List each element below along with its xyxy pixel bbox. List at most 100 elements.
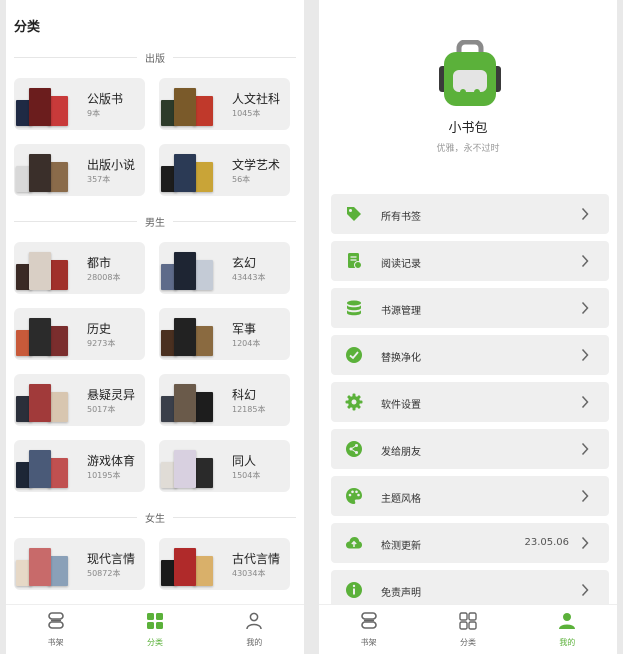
book-covers-thumbnail	[159, 546, 219, 588]
category-name: 古代言情	[232, 552, 281, 566]
person-icon	[557, 611, 577, 635]
tab-category-grid[interactable]: 分类	[105, 605, 204, 654]
chevron-right-icon	[581, 442, 589, 456]
category-name: 现代言情	[87, 552, 136, 566]
menu-item[interactable]: 替换净化	[331, 335, 609, 375]
book-cover	[193, 458, 213, 488]
category-card[interactable]: 军事 1204本	[159, 308, 290, 360]
category-card[interactable]: 游戏体育 10195本	[14, 440, 145, 492]
category-card[interactable]: 出版小说 357本	[14, 144, 145, 196]
category-card[interactable]: 古代言情 43034本	[159, 538, 290, 590]
book-cover	[29, 88, 51, 126]
tab-label: 分类	[146, 638, 163, 647]
menu-item-label: 检测更新	[381, 541, 421, 552]
menu-item-label: 书源管理	[381, 306, 421, 317]
book-cover	[48, 260, 68, 290]
category-grid: 公版书 9本 人文社科 1045本 出版小说 357本 文学艺术 56本	[6, 70, 304, 208]
book-covers-thumbnail	[159, 382, 219, 424]
menu-item-label: 免责声明	[381, 588, 421, 599]
tab-label: 我的	[246, 638, 263, 647]
menu-item[interactable]: 发给朋友	[331, 429, 609, 469]
category-card[interactable]: 玄幻 43443本	[159, 242, 290, 294]
section-title: 女生	[137, 510, 173, 525]
page-title: 分类	[14, 20, 41, 35]
book-cover	[193, 96, 213, 126]
gear-icon	[345, 393, 363, 411]
menu-item-label: 替换净化	[381, 353, 421, 364]
category-card[interactable]: 人文社科 1045本	[159, 78, 290, 130]
category-grid-icon	[145, 611, 165, 635]
cloud-upload-icon	[345, 534, 363, 552]
tab-bookshelf[interactable]: 书架	[6, 605, 105, 654]
tab-label: 我的	[559, 638, 576, 647]
person-icon	[244, 611, 264, 635]
category-count: 43443本	[232, 273, 266, 282]
menu-item-value: 23.05.06	[524, 537, 569, 548]
category-card[interactable]: 都市 28008本	[14, 242, 145, 294]
category-grid-icon	[458, 611, 478, 635]
category-name: 文学艺术	[232, 158, 281, 172]
book-cover	[193, 392, 213, 422]
category-grid: 都市 28008本 玄幻 43443本 历史 9273本 军事 1204本 悬疑…	[6, 234, 304, 504]
category-card[interactable]: 现代言情 50872本	[14, 538, 145, 590]
settings-menu: 所有书签 阅读记录 书源管理 替换净化 软件设置 发给朋友 主题风格 检测更新 …	[331, 194, 609, 617]
chevron-right-icon	[581, 489, 589, 503]
reading-record-icon	[345, 252, 363, 270]
category-name: 公版书	[87, 92, 124, 106]
chevron-right-icon	[581, 301, 589, 315]
category-card[interactable]: 同人 1504本	[159, 440, 290, 492]
category-count: 1504本	[232, 471, 261, 480]
category-count: 357本	[87, 175, 111, 184]
book-covers-thumbnail	[159, 152, 219, 194]
bottom-tab-bar: 书架 分类 我的	[6, 604, 304, 654]
tab-bookshelf[interactable]: 书架	[319, 605, 418, 654]
tab-person[interactable]: 我的	[205, 605, 304, 654]
mine-screen: 小书包 优雅，永不过时 所有书签 阅读记录 书源管理 替换净化 软件设置 发给朋…	[319, 0, 617, 654]
menu-item[interactable]: 书源管理	[331, 288, 609, 328]
category-count: 9本	[87, 109, 101, 118]
tab-category-grid[interactable]: 分类	[418, 605, 517, 654]
book-cover	[174, 450, 196, 488]
menu-item-label: 主题风格	[381, 494, 421, 505]
chevron-right-icon	[581, 395, 589, 409]
book-cover	[29, 450, 51, 488]
category-card[interactable]: 科幻 12185本	[159, 374, 290, 426]
chevron-right-icon	[581, 536, 589, 550]
palette-icon	[345, 487, 363, 505]
book-cover	[174, 88, 196, 126]
book-cover	[29, 548, 51, 586]
chevron-right-icon	[581, 207, 589, 221]
book-cover	[48, 458, 68, 488]
book-cover	[48, 326, 68, 356]
book-cover	[174, 154, 196, 192]
category-card[interactable]: 悬疑灵异 5017本	[14, 374, 145, 426]
menu-item[interactable]: 软件设置	[331, 382, 609, 422]
check-circle-icon	[345, 346, 363, 364]
category-count: 43034本	[232, 569, 266, 578]
menu-item[interactable]: 检测更新 23.05.06	[331, 523, 609, 563]
section-header: 男生	[14, 208, 296, 234]
menu-item[interactable]: 主题风格	[331, 476, 609, 516]
category-card[interactable]: 文学艺术 56本	[159, 144, 290, 196]
bookshelf-icon	[359, 611, 379, 635]
book-covers-thumbnail	[159, 250, 219, 292]
category-list[interactable]: 出版 公版书 9本 人文社科 1045本 出版小说 357本 文学艺术 56本 …	[6, 44, 304, 604]
share-icon	[345, 440, 363, 458]
book-cover	[29, 154, 51, 192]
book-cover	[193, 556, 213, 586]
tab-person[interactable]: 我的	[518, 605, 617, 654]
book-covers-thumbnail	[14, 546, 74, 588]
category-card[interactable]: 公版书 9本	[14, 78, 145, 130]
category-count: 5017本	[87, 405, 116, 414]
menu-item[interactable]: 阅读记录	[331, 241, 609, 281]
category-card[interactable]: 历史 9273本	[14, 308, 145, 360]
category-name: 出版小说	[87, 158, 136, 172]
bookmark-tag-icon	[345, 205, 363, 223]
book-cover	[174, 384, 196, 422]
book-covers-thumbnail	[14, 250, 74, 292]
book-cover	[174, 252, 196, 290]
menu-item[interactable]: 所有书签	[331, 194, 609, 234]
category-count: 56本	[232, 175, 251, 184]
book-covers-thumbnail	[14, 316, 74, 358]
menu-item-label: 阅读记录	[381, 259, 421, 270]
